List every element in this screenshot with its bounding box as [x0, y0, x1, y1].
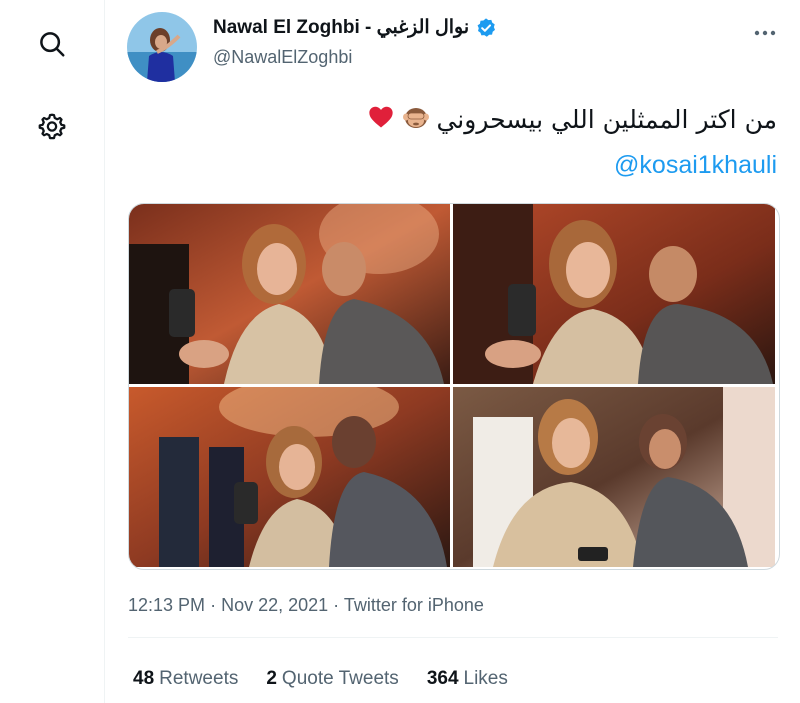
mention-link[interactable]: @kosai1khauli — [614, 151, 777, 180]
tweet-time[interactable]: 12:13 PM — [128, 595, 205, 615]
tweet-photo-4[interactable] — [453, 387, 775, 567]
tweet-stats: 48 Retweets 2 Quote Tweets 364 Likes — [133, 668, 508, 690]
search-icon[interactable] — [32, 24, 72, 64]
author-display-name[interactable]: Nawal El Zoghbi - نوال الزغبي — [213, 16, 469, 39]
see-no-evil-monkey-icon — [402, 103, 430, 140]
retweets-label: Retweets — [159, 668, 239, 689]
quotes-label: Quote Tweets — [281, 668, 399, 689]
meta-separator: · — [210, 595, 217, 615]
author-name-row: Nawal El Zoghbi - نوال الزغبي — [213, 16, 497, 39]
verified-badge-icon — [477, 17, 496, 37]
more-options-icon[interactable] — [750, 18, 780, 48]
tweet-text-body: من اكتر الممثلين اللي بيسحروني — [436, 105, 777, 135]
media-grid — [128, 203, 780, 570]
tweet-photo-3[interactable] — [129, 387, 450, 567]
left-nav-rail — [0, 0, 105, 703]
gear-icon[interactable] — [32, 106, 72, 146]
tweet-text: من اكتر الممثلين اللي بيسحروني — [177, 103, 777, 140]
retweets-stat[interactable]: 48 Retweets — [133, 668, 238, 690]
tweet-detail: Nawal El Zoghbi - نوال الزغبي @NawalElZo… — [104, 0, 800, 703]
divider — [128, 637, 778, 638]
red-heart-icon — [367, 103, 395, 140]
likes-label: Likes — [463, 668, 508, 689]
quote-tweets-stat[interactable]: 2 Quote Tweets — [266, 668, 398, 690]
author-handle[interactable]: @NawalElZoghbi — [213, 47, 352, 68]
tweet-date[interactable]: Nov 22, 2021 — [221, 595, 328, 615]
likes-count: 364 — [426, 668, 459, 689]
tweet-source[interactable]: Twitter for iPhone — [344, 595, 484, 615]
quotes-count: 2 — [266, 668, 277, 689]
likes-stat[interactable]: 364 Likes — [427, 668, 508, 690]
avatar[interactable] — [127, 12, 197, 82]
tweet-photo-1[interactable] — [129, 204, 450, 384]
tweet-meta: 12:13 PM · Nov 22, 2021 · Twitter for iP… — [128, 595, 484, 616]
tweet-photo-2[interactable] — [453, 204, 775, 384]
meta-separator: · — [333, 595, 340, 615]
retweets-count: 48 — [133, 668, 155, 689]
